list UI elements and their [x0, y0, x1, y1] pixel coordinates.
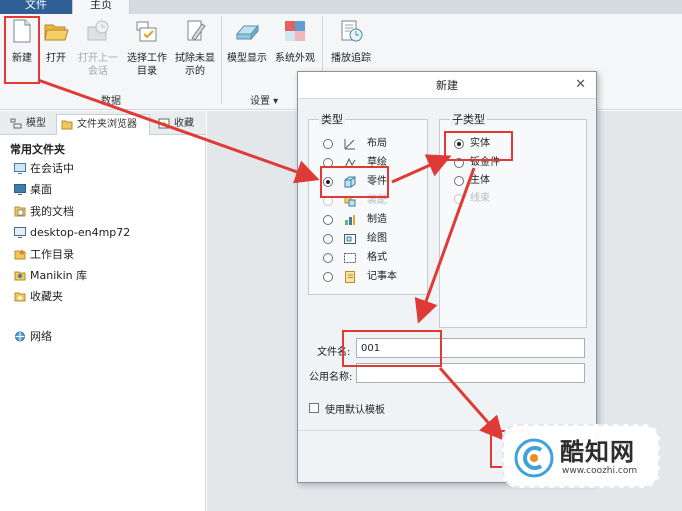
annotation-arrow — [414, 167, 476, 324]
watermark-name: 酷知网 — [560, 438, 635, 466]
annotation-arrow — [391, 154, 452, 184]
annotation-arrow — [438, 367, 504, 441]
watermark: 酷知网 www.coozhi.com — [502, 424, 660, 488]
watermark-url: www.coozhi.com — [562, 466, 638, 476]
annotation-arrow — [37, 78, 320, 184]
coozhi-logo-icon — [514, 438, 554, 478]
